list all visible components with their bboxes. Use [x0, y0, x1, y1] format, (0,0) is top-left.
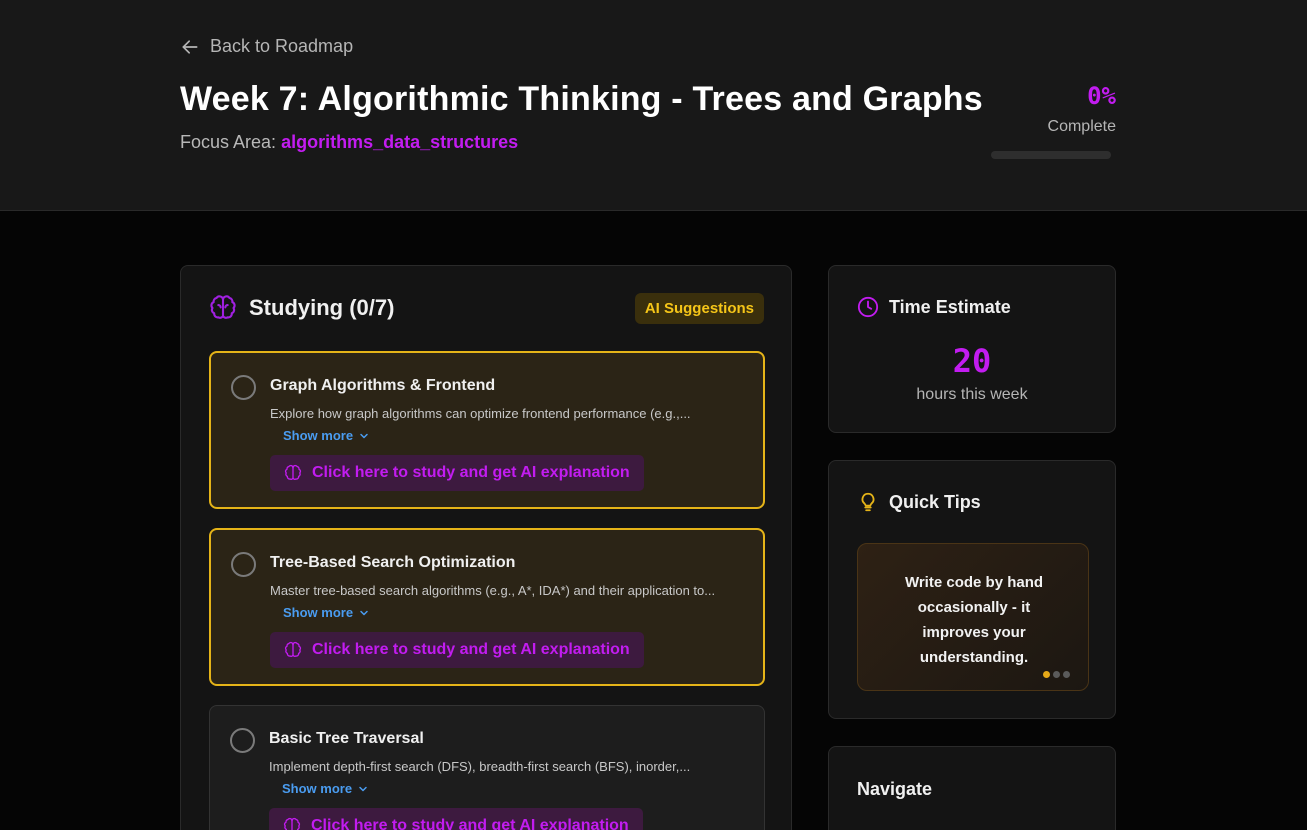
- study-button-label: Click here to study and get AI explanati…: [312, 641, 630, 658]
- page-header: Back to Roadmap Week 7: Algorithmic Thin…: [0, 0, 1307, 211]
- arrow-left-icon: [182, 39, 198, 54]
- show-more-label: Show more: [282, 781, 353, 796]
- task-title: Basic Tree Traversal: [269, 730, 424, 747]
- tip-dot[interactable]: [1053, 671, 1060, 678]
- task-item[interactable]: Graph Algorithms & Frontend Explore how …: [209, 351, 765, 509]
- brain-icon: [284, 641, 302, 657]
- studying-panel: Studying (0/7) AI Suggestions Graph Algo…: [180, 265, 792, 830]
- study-ai-explanation-button[interactable]: Click here to study and get AI explanati…: [270, 632, 644, 668]
- task-title: Tree-Based Search Optimization: [270, 554, 516, 571]
- progress-label: Complete: [1047, 118, 1116, 135]
- lightbulb-icon: [861, 492, 875, 512]
- chevron-down-icon: [359, 786, 367, 791]
- focus-area: Focus Area: algorithms_data_structures: [180, 132, 518, 153]
- task-description: Master tree-based search algorithms (e.g…: [270, 583, 716, 598]
- studying-title: Studying (0/7): [249, 295, 395, 320]
- brain-icon: [210, 295, 236, 319]
- show-more-button[interactable]: Show more: [283, 605, 369, 620]
- quick-tips-title: Quick Tips: [889, 491, 981, 512]
- progress-bar: [991, 151, 1111, 159]
- ai-suggestions-badge[interactable]: AI Suggestions: [634, 293, 764, 324]
- time-estimate-panel: Time Estimate 20 hours this week: [828, 265, 1116, 433]
- clock-icon: [857, 296, 879, 318]
- tip-pagination-dots: [1043, 671, 1070, 678]
- task-item[interactable]: Basic Tree Traversal Implement depth-fir…: [209, 705, 765, 830]
- back-to-roadmap-link[interactable]: Back to Roadmap: [180, 36, 353, 57]
- back-link-label: Back to Roadmap: [210, 36, 354, 56]
- time-estimate-value: 20: [952, 342, 992, 380]
- show-more-label: Show more: [283, 605, 354, 620]
- task-description: Implement depth-first search (DFS), brea…: [269, 759, 691, 774]
- time-estimate-label: hours this week: [916, 386, 1028, 403]
- show-more-button[interactable]: Show more: [283, 428, 369, 443]
- task-checkbox-circle-icon[interactable]: [231, 552, 256, 577]
- focus-area-value: algorithms_data_structures: [281, 132, 519, 152]
- navigate-title: Navigate: [857, 779, 933, 799]
- focus-area-label: Focus Area:: [180, 132, 277, 152]
- study-ai-explanation-button[interactable]: Click here to study and get AI explanati…: [269, 808, 643, 830]
- task-item[interactable]: Tree-Based Search Optimization Master tr…: [209, 528, 765, 686]
- task-description: Explore how graph algorithms can optimiz…: [270, 406, 691, 421]
- studying-header: Studying (0/7): [209, 294, 394, 322]
- task-checkbox-circle-icon[interactable]: [231, 375, 256, 400]
- study-button-label: Click here to study and get AI explanati…: [311, 817, 629, 830]
- progress-percent: 0%: [1087, 82, 1116, 110]
- tip-text: Write code by hand occasionally - it imp…: [904, 574, 1044, 666]
- quick-tips-header: Quick Tips: [857, 491, 981, 513]
- time-estimate-header: Time Estimate: [857, 296, 1011, 318]
- time-estimate-title: Time Estimate: [889, 296, 1011, 317]
- tip-dot[interactable]: [1063, 671, 1070, 678]
- chevron-down-icon: [360, 433, 368, 438]
- tip-dot[interactable]: [1043, 671, 1050, 678]
- chevron-down-icon: [360, 610, 368, 615]
- page-title: Week 7: Algorithmic Thinking - Trees and…: [180, 80, 983, 118]
- brain-icon: [284, 464, 302, 480]
- study-button-label: Click here to study and get AI explanati…: [312, 464, 630, 481]
- tip-carousel[interactable]: Write code by hand occasionally - it imp…: [857, 543, 1089, 691]
- task-title: Graph Algorithms & Frontend: [270, 377, 496, 394]
- navigate-panel: Navigate: [828, 746, 1116, 830]
- brain-icon: [283, 817, 301, 830]
- show-more-label: Show more: [283, 428, 354, 443]
- quick-tips-panel: Quick Tips Write code by hand occasional…: [828, 460, 1116, 719]
- task-checkbox-circle-icon[interactable]: [230, 728, 255, 753]
- show-more-button[interactable]: Show more: [282, 781, 368, 796]
- progress-summary: 0% Complete: [1048, 82, 1116, 136]
- study-ai-explanation-button[interactable]: Click here to study and get AI explanati…: [270, 455, 644, 491]
